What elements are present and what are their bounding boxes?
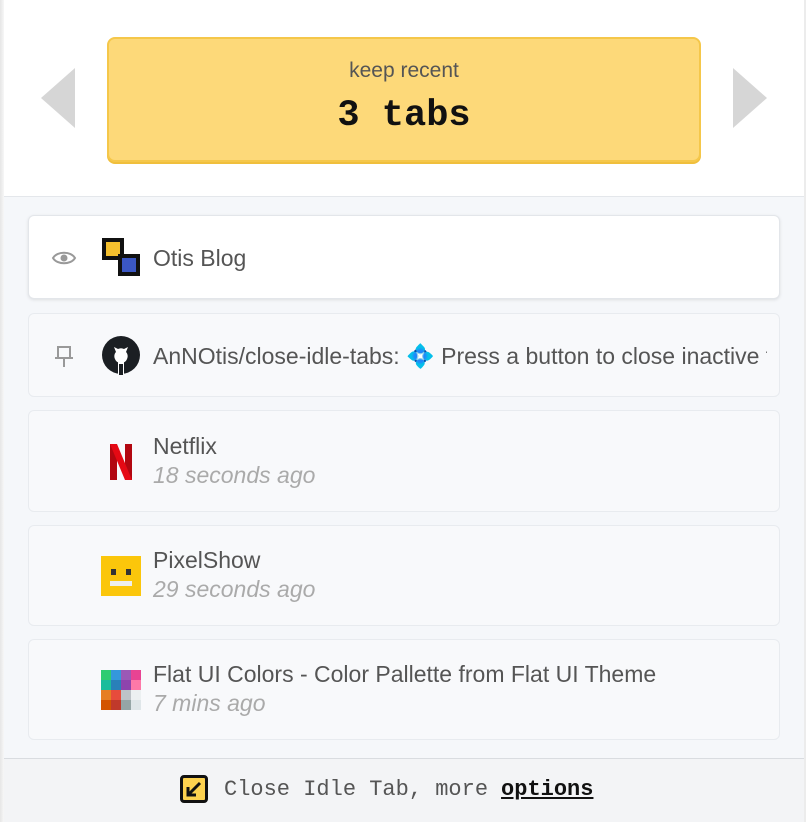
checkbox-icon (180, 775, 208, 803)
tab-item-pixelshow[interactable]: PixelShow 29 seconds ago (28, 525, 780, 626)
keep-recent-count: 3 tabs (337, 95, 471, 137)
decrease-arrow-icon[interactable] (41, 68, 75, 128)
tab-idle-time: 7 mins ago (153, 690, 266, 716)
tab-title: Flat UI Colors - Color Pallette from Fla… (153, 661, 657, 687)
tab-item-otis-blog[interactable]: Otis Blog (28, 215, 780, 299)
options-link[interactable]: options (501, 777, 593, 802)
tab-idle-time: 29 seconds ago (153, 576, 316, 602)
otis-logo-icon (101, 237, 141, 277)
tab-item-github[interactable]: AnNOtis/close-idle-tabs: 💠 Press a butto… (28, 313, 780, 397)
keep-recent-label: keep recent (349, 59, 459, 82)
footer-content: Close Idle Tab, more options (180, 775, 593, 803)
header: keep recent 3 tabs (4, 0, 804, 197)
tab-title: Netflix (153, 433, 217, 459)
tab-title: AnNOtis/close-idle-tabs: 💠 Press a butto… (153, 343, 767, 369)
footer: Close Idle Tab, more options (4, 758, 804, 822)
netflix-icon (101, 442, 141, 482)
tab-item-flat-ui-colors[interactable]: Flat UI Colors - Color Pallette from Fla… (28, 639, 780, 740)
popup-container: keep recent 3 tabs Otis Blog AnNOtis/clo… (4, 0, 804, 822)
tab-title: Otis Blog (153, 245, 247, 271)
github-icon (101, 335, 141, 375)
increase-arrow-icon[interactable] (733, 68, 767, 128)
tab-idle-time: 18 seconds ago (153, 462, 316, 488)
tab-title: PixelShow (153, 547, 261, 573)
eye-icon (51, 245, 77, 271)
tab-item-netflix[interactable]: Netflix 18 seconds ago (28, 410, 780, 512)
pixelshow-icon (101, 556, 141, 596)
footer-text: Close Idle Tab, more (224, 776, 489, 802)
pin-icon (51, 343, 77, 369)
flatuicolors-icon (101, 670, 141, 710)
keep-recent-button[interactable]: keep recent 3 tabs (107, 37, 701, 162)
